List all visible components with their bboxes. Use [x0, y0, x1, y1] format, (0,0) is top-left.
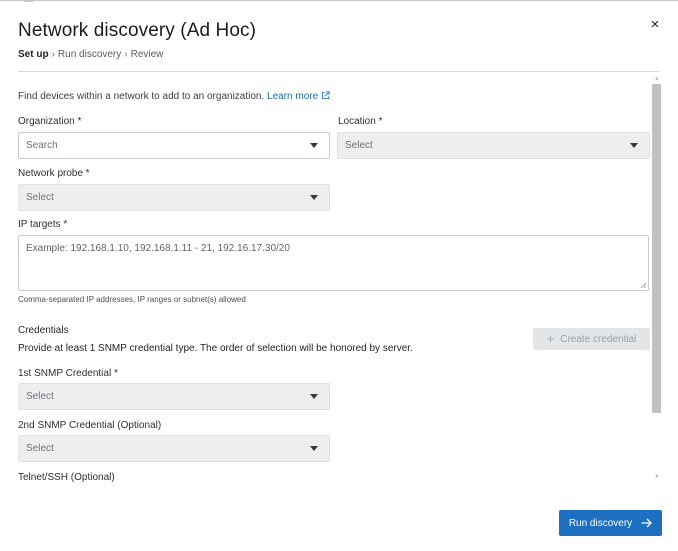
external-link-icon — [322, 91, 330, 100]
intro-text: Find devices within a network to add to … — [18, 91, 330, 102]
dialog-title: Network discovery (Ad Hoc) — [18, 20, 257, 41]
window-top-border — [0, 0, 678, 1]
snmp2-select[interactable]: Select — [18, 435, 330, 462]
network-probe-placeholder: Select — [26, 192, 54, 203]
ip-targets-placeholder: Example: 192.168.1.10, 192.168.1.11 - 21… — [26, 243, 290, 254]
learn-more-label: Learn more — [267, 91, 319, 102]
scroll-up-arrow-icon[interactable]: ▲ — [654, 76, 660, 82]
snmp2-placeholder: Select — [26, 443, 54, 454]
organization-select[interactable]: Search — [18, 132, 330, 159]
resize-handle-icon[interactable] — [640, 282, 646, 288]
snmp2-label: 2nd SNMP Credential (Optional) — [18, 420, 162, 431]
scrollbar-thumb[interactable] — [652, 84, 661, 413]
organization-label: Organization * — [18, 116, 82, 127]
snmp1-label: 1st SNMP Credential * — [18, 368, 118, 379]
scroll-down-arrow-icon[interactable]: ▼ — [654, 474, 660, 480]
window-top-tick — [24, 0, 34, 2]
organization-placeholder: Search — [26, 140, 58, 151]
learn-more-link[interactable]: Learn more — [267, 91, 330, 102]
chevron-right-icon: › — [51, 49, 55, 60]
credentials-title: Credentials — [18, 325, 69, 336]
location-label: Location * — [338, 116, 383, 127]
chevron-down-icon — [310, 446, 318, 451]
snmp1-placeholder: Select — [26, 391, 54, 402]
breadcrumb: Set up › Run discovery › Review — [18, 49, 163, 60]
telnet-ssh-label: Telnet/SSH (Optional) — [18, 472, 115, 483]
breadcrumb-step-run-discovery[interactable]: Run discovery — [58, 49, 121, 60]
close-icon[interactable]: × — [648, 17, 662, 32]
breadcrumb-step-setup[interactable]: Set up — [18, 49, 49, 60]
create-credential-button[interactable]: + Create credential — [533, 328, 650, 350]
network-probe-label: Network probe * — [18, 168, 90, 179]
ip-targets-hint: Comma-separated IP addresses, IP ranges … — [18, 295, 246, 304]
location-placeholder: Select — [345, 140, 373, 151]
run-discovery-button[interactable]: Run discovery — [559, 510, 662, 536]
ip-targets-textarea[interactable]: Example: 192.168.1.10, 192.168.1.11 - 21… — [18, 235, 649, 291]
chevron-down-icon — [310, 394, 318, 399]
create-credential-label: Create credential — [560, 333, 637, 345]
arrow-right-icon — [641, 518, 653, 528]
chevron-down-icon — [310, 195, 318, 200]
network-probe-select[interactable]: Select — [18, 184, 330, 211]
run-discovery-label: Run discovery — [568, 517, 633, 529]
chevron-down-icon — [310, 143, 318, 148]
snmp1-select[interactable]: Select — [18, 383, 330, 410]
plus-icon: + — [546, 331, 555, 346]
chevron-right-icon: › — [124, 49, 128, 60]
chevron-down-icon — [630, 143, 638, 148]
ip-targets-label: IP targets * — [18, 219, 68, 230]
credentials-description: Provide at least 1 SNMP credential type.… — [18, 343, 413, 354]
header-divider — [18, 71, 660, 72]
location-select[interactable]: Select — [337, 132, 650, 159]
breadcrumb-step-review[interactable]: Review — [131, 49, 164, 60]
intro-description: Find devices within a network to add to … — [18, 91, 265, 102]
